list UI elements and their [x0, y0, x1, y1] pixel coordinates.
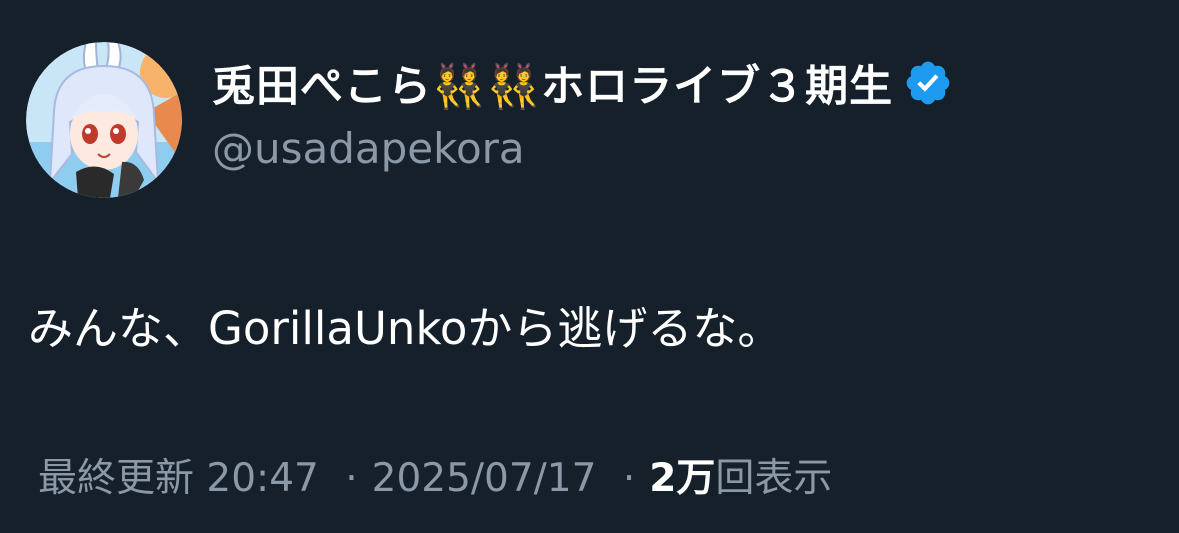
- avatar-image: [26, 42, 182, 198]
- name-row: 兎田ぺこら👯👯ホロライブ３期生: [212, 52, 1112, 114]
- author-block: 兎田ぺこら👯👯ホロライブ３期生 @usadapekora: [212, 52, 1112, 173]
- views-label: 回表示: [715, 456, 833, 501]
- tweet-date[interactable]: 2025/07/17: [372, 456, 597, 501]
- last-updated-label: 最終更新: [38, 456, 195, 501]
- tweet: 兎田ぺこら👯👯ホロライブ３期生 @usadapekora みんな、Gorilla…: [0, 0, 1179, 533]
- display-name[interactable]: 兎田ぺこら👯👯ホロライブ３期生: [212, 52, 893, 114]
- meta-separator: ·: [622, 456, 636, 501]
- verified-badge-icon[interactable]: [903, 58, 953, 108]
- tweet-meta: 最終更新 20:47 · 2025/07/17 · 2万回表示: [38, 447, 832, 503]
- tweet-text: みんな、GorillaUnkoから逃げるな。: [28, 302, 783, 355]
- user-handle[interactable]: @usadapekora: [212, 124, 1112, 173]
- meta-separator: ·: [345, 456, 358, 501]
- tweet-time[interactable]: 20:47: [206, 456, 318, 501]
- avatar[interactable]: [26, 42, 182, 198]
- views-count[interactable]: 2万: [649, 456, 715, 501]
